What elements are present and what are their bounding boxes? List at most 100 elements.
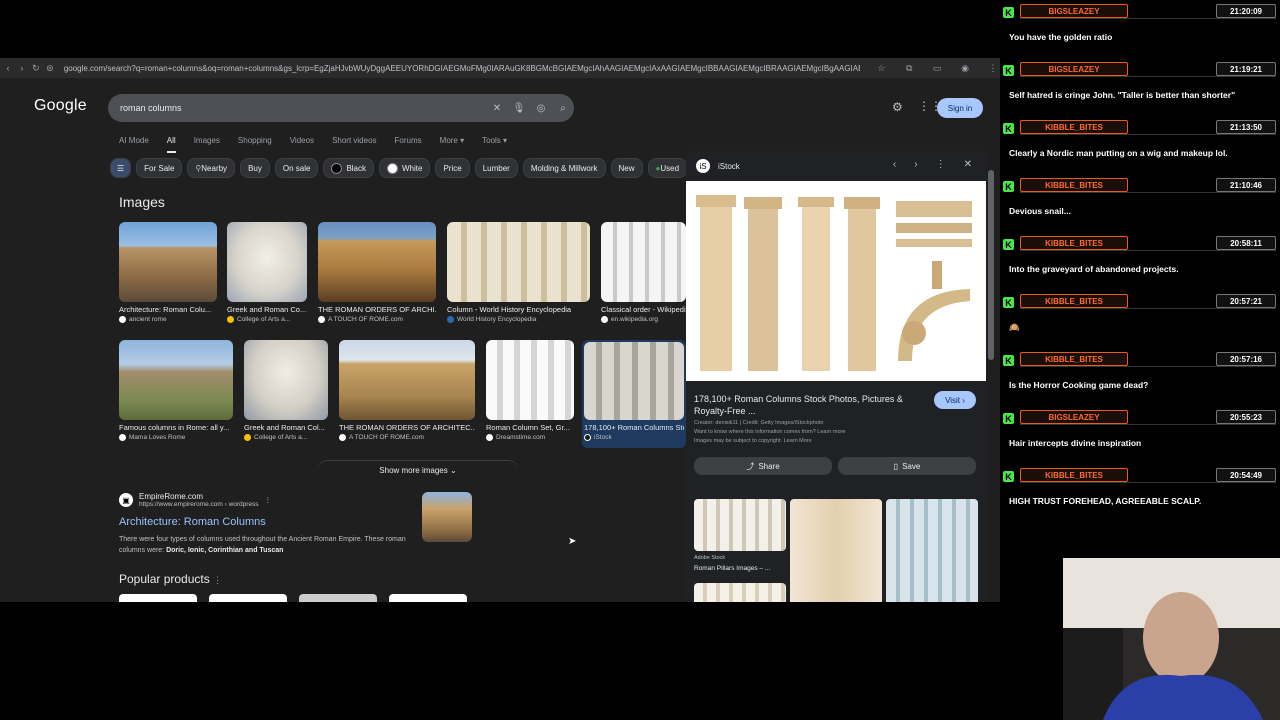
forward-icon[interactable]: ›: [16, 63, 28, 73]
chat-username[interactable]: KIBBLE_BITES: [1020, 236, 1128, 250]
product-cards: [119, 594, 467, 602]
more-options-icon[interactable]: ⋮: [213, 575, 222, 585]
filter-chip[interactable]: Buy: [240, 158, 270, 178]
filter-chip[interactable]: ● Used: [647, 158, 688, 178]
preview-image[interactable]: [686, 181, 986, 381]
tab-more[interactable]: More ▾: [440, 136, 464, 153]
google-logo[interactable]: Google: [34, 97, 87, 115]
image-result[interactable]: Famous columns in Rome: all y... Mama Lo…: [119, 340, 233, 441]
product-card[interactable]: [119, 594, 197, 602]
image-thumbnail[interactable]: [119, 340, 233, 420]
product-card[interactable]: [209, 594, 287, 602]
reload-icon[interactable]: ↻: [30, 63, 42, 74]
image-result[interactable]: THE ROMAN ORDERS OF ARCHI... A TOUCH OF …: [318, 222, 436, 323]
image-thumbnail[interactable]: [227, 222, 307, 302]
tab-all[interactable]: All: [166, 136, 176, 153]
chat-username[interactable]: KIBBLE_BITES: [1020, 178, 1128, 192]
filter-chip[interactable]: Molding & Millwork: [522, 158, 606, 178]
tab-ai-mode[interactable]: AI Mode: [119, 136, 149, 153]
clear-icon[interactable]: ✕: [486, 103, 508, 114]
filter-chip[interactable]: New: [610, 158, 643, 178]
save-button[interactable]: ▯ Save: [838, 457, 976, 475]
chat-username[interactable]: BIGSLEAZEY: [1020, 4, 1128, 18]
chat-username[interactable]: KIBBLE_BITES: [1020, 120, 1128, 134]
image-thumbnail[interactable]: [119, 222, 217, 302]
image-thumbnail[interactable]: [339, 340, 475, 420]
search-box[interactable]: roman columns ✕ 🎙 ◎ ⌕: [108, 94, 574, 122]
panel-title[interactable]: 178,100+ Roman Columns Stock Photos, Pic…: [694, 393, 922, 417]
tab-short-videos[interactable]: Short videos: [332, 136, 376, 153]
product-card[interactable]: [389, 594, 467, 602]
image-result[interactable]: Greek and Roman Col... College of Arts a…: [244, 340, 328, 441]
chat-username[interactable]: KIBBLE_BITES: [1020, 294, 1128, 308]
tab-icon[interactable]: ▭: [930, 63, 944, 73]
lens-icon[interactable]: ◎: [530, 103, 552, 114]
popular-products-heading: Popular products ⋮: [119, 572, 222, 586]
tab-shopping[interactable]: Shopping: [238, 136, 272, 153]
visit-button[interactable]: Visit ›: [934, 391, 976, 409]
related-caption[interactable]: Roman Pillars Images – ...: [694, 565, 770, 572]
bookmark-star-icon[interactable]: ☆: [874, 63, 888, 73]
address-bar[interactable]: ‹ › ↻ ⊜ google.com/search?q=roman+column…: [0, 58, 1000, 78]
search-icon[interactable]: ⌕: [552, 103, 574, 114]
chat-username[interactable]: BIGSLEAZEY: [1020, 62, 1128, 76]
image-thumbnail[interactable]: [318, 222, 436, 302]
filter-chip[interactable]: White: [379, 158, 431, 178]
chat-username[interactable]: BIGSLEAZEY: [1020, 410, 1128, 424]
filter-chip[interactable]: On sale: [274, 158, 319, 178]
more-options-icon[interactable]: ⋮: [265, 496, 272, 504]
image-result[interactable]: THE ROMAN ORDERS OF ARCHITEC... A TOUCH …: [339, 340, 475, 441]
image-result[interactable]: Architecture: Roman Colu... ancient rome: [119, 222, 217, 323]
tab-tools[interactable]: Tools ▾: [482, 136, 507, 153]
related-image[interactable]: [790, 499, 882, 602]
filter-chip[interactable]: ⚲ Nearby: [187, 158, 236, 178]
image-result[interactable]: Classical order - Wikipedi en.wikipedia.…: [601, 222, 686, 323]
tab-forums[interactable]: Forums: [395, 136, 422, 153]
chat-username[interactable]: KIBBLE_BITES: [1020, 352, 1128, 366]
filter-chip[interactable]: Lumber: [474, 158, 518, 178]
image-result[interactable]: Greek and Roman Co... College of Arts a.…: [227, 222, 307, 323]
product-card[interactable]: [299, 594, 377, 602]
image-result[interactable]: Roman Column Set, Gr... Dreamstime.com: [486, 340, 574, 441]
image-result[interactable]: Column - World History Encyclopedia Worl…: [447, 222, 590, 323]
image-thumbnail[interactable]: [601, 222, 686, 302]
back-icon[interactable]: ‹: [2, 63, 14, 73]
tab-images[interactable]: Images: [194, 136, 220, 153]
filter-settings-icon[interactable]: ☰: [110, 158, 132, 178]
result-thumbnail[interactable]: [422, 492, 472, 542]
image-thumbnail[interactable]: [244, 340, 328, 420]
related-image[interactable]: [694, 499, 786, 551]
url-text[interactable]: google.com/search?q=roman+columns&oq=rom…: [64, 64, 861, 73]
related-image[interactable]: [694, 583, 786, 602]
share-button[interactable]: ⤴ Share: [694, 457, 832, 475]
extensions-icon[interactable]: ⧉: [902, 63, 916, 73]
image-result-selected[interactable]: 178,100+ Roman Columns Sto iStock: [582, 340, 686, 448]
show-more-images-button[interactable]: Show more images ⌄: [318, 460, 518, 480]
image-thumbnail[interactable]: [447, 222, 590, 302]
more-options-icon[interactable]: ⋮: [936, 159, 946, 170]
previous-icon[interactable]: ‹: [893, 159, 896, 170]
mic-icon[interactable]: 🎙: [508, 103, 530, 114]
profile-icon[interactable]: ◉: [958, 63, 972, 73]
tab-videos[interactable]: Videos: [290, 136, 314, 153]
settings-gear-icon[interactable]: ⚙: [892, 100, 903, 114]
panel-source[interactable]: iStock: [718, 162, 740, 171]
copyright-note[interactable]: Images may be subject to copyright. Lear…: [694, 437, 954, 446]
image-thumbnail[interactable]: [486, 340, 574, 420]
filter-chip[interactable]: Price: [435, 158, 470, 178]
sign-in-button[interactable]: Sign in: [937, 98, 983, 118]
scrollbar[interactable]: [988, 170, 994, 360]
filter-chip[interactable]: Black: [323, 158, 374, 178]
close-icon[interactable]: ✕: [964, 159, 972, 170]
search-input[interactable]: roman columns: [120, 103, 486, 113]
site-info-icon[interactable]: ⊜: [44, 63, 56, 74]
related-image[interactable]: [886, 499, 978, 602]
result-site[interactable]: ▣ EmpireRome.com https://www.empirerome.…: [119, 492, 419, 508]
chat-username[interactable]: KIBBLE_BITES: [1020, 468, 1128, 482]
image-thumbnail[interactable]: [584, 342, 684, 420]
result-title-link[interactable]: Architecture: Roman Columns: [119, 516, 419, 528]
next-icon[interactable]: ›: [914, 159, 917, 170]
credit-info-link[interactable]: Want to know where this information come…: [694, 428, 954, 437]
filter-chip[interactable]: For Sale: [136, 158, 183, 178]
menu-icon[interactable]: ⋮: [986, 63, 1000, 73]
